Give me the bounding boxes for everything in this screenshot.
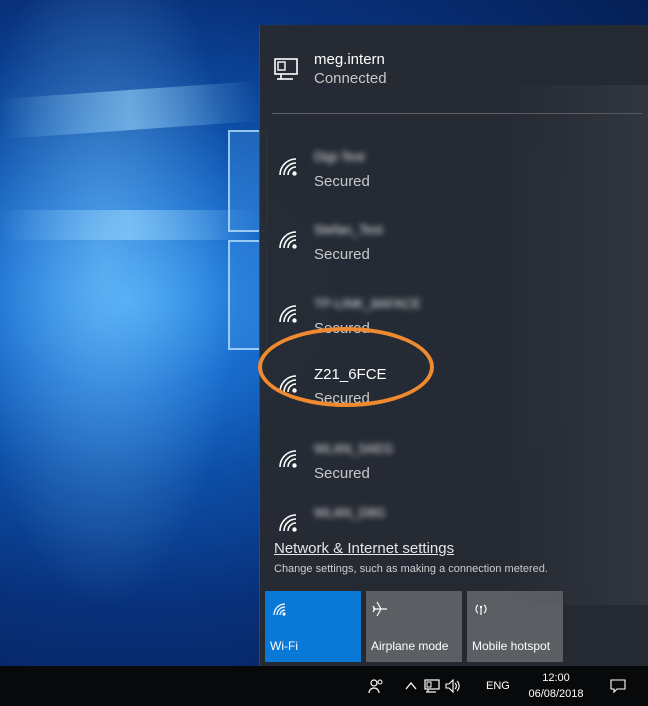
wifi-icon	[279, 305, 297, 323]
network-settings: Network & Internet settings Change setti…	[274, 540, 548, 575]
wifi-toggle-tile[interactable]: Wi-Fi	[265, 591, 361, 662]
airplane-icon	[372, 601, 387, 617]
wifi-network-security: Secured	[314, 246, 370, 263]
wifi-network-security: Secured	[314, 173, 370, 190]
people-button[interactable]	[368, 666, 384, 706]
wifi-icon	[279, 158, 297, 176]
divider	[272, 113, 642, 114]
speaker-icon	[445, 679, 460, 693]
mobile-hotspot-tile[interactable]: Mobile hotspot	[467, 591, 563, 662]
wifi-icon	[273, 603, 286, 616]
language-indicator[interactable]: ENG	[486, 666, 510, 706]
clock-time: 12:00	[542, 672, 570, 684]
connected-network-name: meg.intern	[314, 51, 385, 68]
taskbar: ENG 12:00 06/08/2018	[0, 666, 648, 706]
wifi-tile-label: Wi-Fi	[270, 639, 298, 653]
volume-button[interactable]	[445, 666, 463, 706]
ethernet-tray-icon	[424, 679, 440, 693]
airplane-tile-label: Airplane mode	[371, 639, 449, 653]
wifi-icon	[279, 231, 297, 249]
network-internet-settings-link[interactable]: Network & Internet settings	[274, 540, 548, 557]
wifi-network-ssid: WLAN_5AEG	[314, 441, 394, 456]
wifi-network-item[interactable]: Stefan_Test Secured	[260, 208, 648, 280]
ethernet-icon	[274, 58, 298, 80]
wifi-network-security: Secured	[314, 465, 370, 482]
action-center-button[interactable]	[610, 666, 626, 706]
people-icon	[368, 679, 383, 694]
wifi-network-item[interactable]: WLAN_D8G	[260, 491, 648, 533]
airplane-mode-tile[interactable]: Airplane mode	[366, 591, 462, 662]
network-settings-description: Change settings, such as making a connec…	[274, 563, 548, 575]
notification-icon	[610, 679, 626, 694]
wifi-network-ssid: Stefan_Test	[314, 222, 383, 237]
wifi-icon	[279, 514, 297, 532]
hotspot-icon	[475, 604, 487, 615]
wifi-network-ssid: Digi-Test	[314, 149, 365, 164]
clock-date: 06/08/2018	[528, 688, 584, 700]
hotspot-tile-label: Mobile hotspot	[472, 639, 551, 653]
wifi-icon	[279, 450, 297, 468]
show-hidden-icons-button[interactable]	[404, 666, 418, 706]
clock[interactable]: 12:00 06/08/2018	[526, 670, 586, 702]
wallpaper-beam	[0, 210, 260, 240]
wifi-network-ssid: TP-LINK_8AFACE	[314, 296, 421, 311]
chevron-up-icon	[405, 681, 417, 690]
wifi-network-item[interactable]: WLAN_5AEG Secured	[260, 427, 648, 499]
connected-network-status: Connected	[314, 70, 387, 87]
connected-network[interactable]: meg.intern Connected	[260, 25, 648, 110]
network-tray-button[interactable]	[424, 666, 440, 706]
wifi-network-item[interactable]: Digi-Test Secured	[260, 135, 648, 207]
highlight-circle	[258, 327, 434, 407]
wifi-network-ssid: WLAN_D8G	[314, 505, 386, 520]
